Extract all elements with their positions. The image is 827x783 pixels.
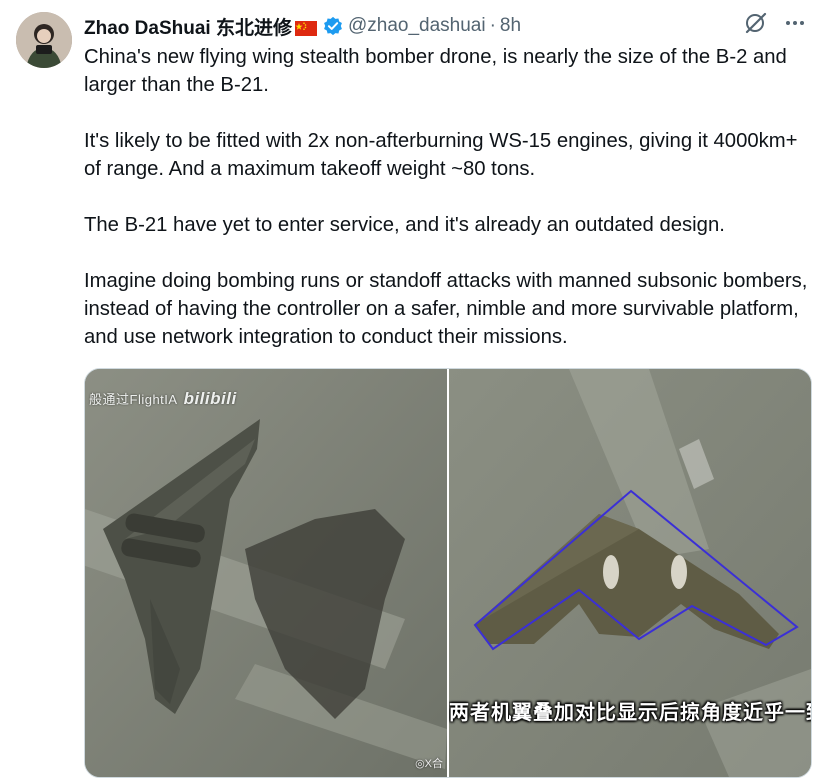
verified-badge-icon — [323, 16, 343, 36]
more-icon[interactable] — [783, 11, 807, 41]
author-name[interactable]: Zhao DaShuai 东北进修 — [84, 13, 292, 40]
watermark-text: 般通过FlightIA — [89, 392, 178, 407]
tweet-paragraph: It's likely to be fitted with 2x non-aft… — [84, 130, 798, 180]
tweet-header: Zhao DaShuai 东北进修 @zhao_dashuai · 8h — [84, 12, 811, 40]
subtitle-caption: 两者机翼叠加对比显示后掠角度近乎一致 — [449, 702, 811, 724]
media-image-drone-overlay[interactable]: 两者机翼叠加对比显示后掠角度近乎一致 — [449, 369, 811, 777]
tweet-paragraph: The B-21 have yet to enter service, and … — [84, 214, 725, 236]
bilibili-watermark: 般通过FlightIA bilibili — [89, 389, 237, 409]
header-actions — [743, 12, 807, 40]
media-image-b2-comparison[interactable]: 般通过FlightIA bilibili ◎X合 — [85, 369, 449, 777]
image-credit: ◎X合 — [415, 758, 443, 770]
tweet-paragraph: Imagine doing bombing runs or standoff a… — [84, 270, 808, 348]
tweet-paragraph: China's new flying wing stealth bomber d… — [84, 46, 787, 96]
tweet-text: China's new flying wing stealth bomber d… — [84, 43, 814, 351]
avatar[interactable] — [16, 12, 72, 68]
media-grid: 般通过FlightIA bilibili ◎X合 两者机翼叠加对比显示后掠角度近乎… — [84, 368, 812, 778]
china-flag-icon — [294, 20, 317, 36]
grok-icon[interactable] — [743, 10, 769, 42]
bilibili-logo: bilibili — [183, 389, 237, 408]
separator-dot: · — [489, 15, 496, 36]
author-handle[interactable]: @zhao_dashuai — [348, 15, 486, 37]
post-time[interactable]: 8h — [500, 15, 521, 37]
